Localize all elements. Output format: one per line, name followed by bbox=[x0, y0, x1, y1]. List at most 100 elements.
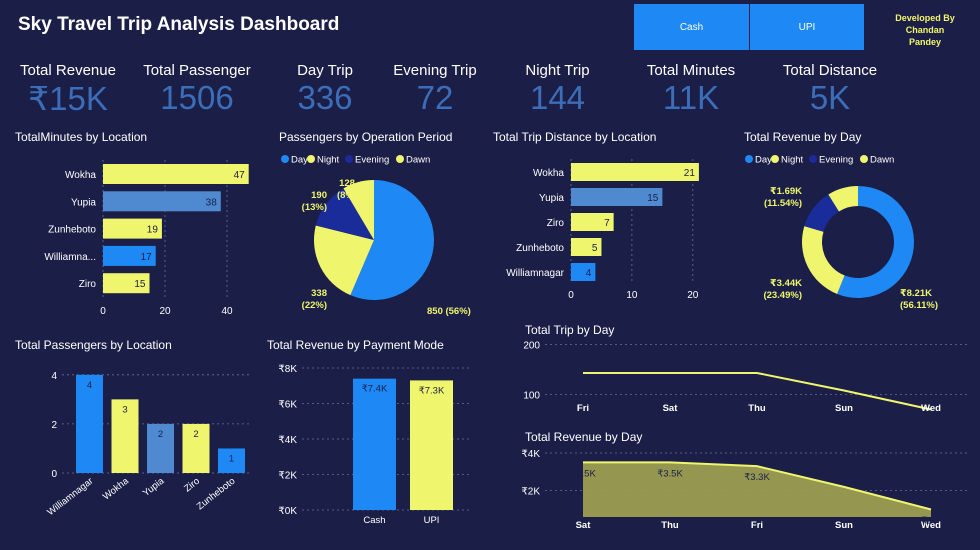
chart-title: Total Revenue by Day bbox=[744, 130, 862, 144]
axis-tick-label: 200 bbox=[523, 341, 540, 352]
bar bbox=[353, 378, 396, 510]
data-label: (8%) bbox=[337, 190, 357, 201]
chart-passengers-by-location: 0 2 4 4 Williamnagar 3 Wokha 2 Yupia 2 Ziro 1 Zunheb… bbox=[45, 371, 250, 518]
kpi-label: Total Minutes bbox=[646, 62, 736, 79]
category-label: Yupia bbox=[539, 193, 564, 204]
kpi-value: 5K bbox=[809, 79, 851, 116]
kpi-night-trip: Night Trip 144 bbox=[510, 62, 605, 117]
kpi-total-minutes: Total Minutes 11K bbox=[638, 62, 744, 117]
pie-slice bbox=[802, 226, 845, 294]
axis-tick-label: ₹0K bbox=[278, 506, 297, 517]
chart-title: Total Revenue by Payment Mode bbox=[267, 338, 444, 352]
legend-label: Night bbox=[781, 155, 804, 166]
category-label: Sat bbox=[576, 520, 592, 531]
kpi-label: Total Revenue bbox=[20, 62, 116, 79]
data-label: 7 bbox=[604, 218, 610, 229]
category-label: Wed bbox=[921, 403, 941, 414]
category-label: Yupia bbox=[71, 197, 96, 208]
kpi-label: Day Trip bbox=[297, 62, 353, 79]
data-label: (22%) bbox=[302, 300, 327, 311]
legend-marker bbox=[281, 155, 289, 163]
legend-label: Dawn bbox=[406, 155, 430, 166]
bar bbox=[410, 380, 453, 510]
kpi-value: 1506 bbox=[160, 79, 234, 116]
category-label: Zunheboto bbox=[516, 243, 564, 254]
axis-tick-label: 2 bbox=[51, 420, 57, 431]
category-label: Zunheboto bbox=[48, 225, 96, 236]
data-label: ₹1.69K bbox=[770, 186, 802, 197]
slicer-cash-button[interactable]: Cash bbox=[634, 4, 750, 50]
chart-revenue-by-day-area: ₹2K₹4KSat₹3.5KThu₹3.5KFri₹3.3KSun Wed₹1 bbox=[521, 449, 970, 531]
category-label: UPI bbox=[424, 515, 440, 526]
axis-tick-label: 10 bbox=[626, 290, 638, 301]
data-label: (13%) bbox=[302, 202, 327, 213]
data-label: ₹3.5K bbox=[570, 468, 596, 479]
bar bbox=[571, 163, 699, 181]
axis-tick-label: 100 bbox=[523, 391, 540, 402]
axis-tick-label: ₹2K bbox=[278, 471, 297, 482]
category-label: Williamnagar bbox=[45, 476, 95, 518]
developer-credit: Developed By Chandan Pandey bbox=[885, 12, 965, 48]
category-label: Sun bbox=[835, 520, 853, 531]
category-label: Sat bbox=[663, 403, 679, 414]
axis-tick-label: ₹6K bbox=[278, 400, 297, 411]
data-label: 128 bbox=[339, 178, 355, 189]
category-label: Ziro bbox=[79, 279, 97, 290]
category-label: Williamnagar bbox=[506, 268, 564, 279]
category-label: Fri bbox=[751, 520, 763, 531]
data-label: 2 bbox=[158, 429, 163, 440]
category-label: Zunheboto bbox=[195, 476, 238, 513]
legend-marker bbox=[307, 155, 315, 163]
kpi-value: 72 bbox=[416, 79, 454, 116]
category-label: Thu bbox=[661, 520, 679, 531]
data-label: 4 bbox=[586, 268, 592, 279]
data-label: 38 bbox=[206, 197, 218, 208]
category-label: Wokha bbox=[533, 168, 564, 179]
kpi-value: 11K bbox=[662, 79, 720, 116]
axis-tick-label: ₹4K bbox=[521, 449, 540, 460]
axis-tick-label: 0 bbox=[100, 306, 106, 317]
legend-marker bbox=[345, 155, 353, 163]
category-label: Williamna... bbox=[44, 252, 96, 263]
data-label: ₹7.3K bbox=[419, 385, 445, 396]
data-label: 4 bbox=[87, 380, 92, 391]
axis-tick-label: 40 bbox=[221, 306, 233, 317]
axis-tick-label: 0 bbox=[568, 290, 574, 301]
kpi-value: ₹15K bbox=[28, 80, 108, 117]
kpi-total-distance: Total Distance 5K bbox=[775, 62, 885, 117]
data-label: 2 bbox=[193, 429, 198, 440]
category-label: Wokha bbox=[65, 170, 96, 181]
legend-marker bbox=[745, 155, 753, 163]
category-label: Cash bbox=[363, 515, 385, 526]
data-label: 338 bbox=[311, 288, 327, 299]
category-label: Fri bbox=[577, 403, 589, 414]
developer-line: Pandey bbox=[908, 37, 941, 47]
legend-label: Day bbox=[755, 155, 772, 166]
bar bbox=[571, 263, 596, 281]
chart-title: TotalMinutes by Location bbox=[15, 130, 148, 144]
category-label: Ziro bbox=[547, 218, 565, 229]
data-label: (23.49%) bbox=[763, 290, 802, 301]
axis-tick-label: 20 bbox=[159, 306, 171, 317]
legend-marker bbox=[860, 155, 868, 163]
bar bbox=[103, 191, 221, 212]
legend-label: Day bbox=[291, 155, 308, 166]
category-label: Sun bbox=[835, 403, 853, 414]
chart-revenue-by-payment: ₹0K ₹2K ₹4K ₹6K ₹8K ₹7.4K Cash ₹7.3K UPI bbox=[278, 364, 472, 526]
data-label: ₹7.4K bbox=[362, 384, 388, 395]
kpi-value: 144 bbox=[529, 79, 586, 116]
slicer-upi-button[interactable]: UPI bbox=[750, 4, 865, 50]
axis-tick-label: 20 bbox=[687, 290, 699, 301]
kpi-total-revenue: Total Revenue ₹15K bbox=[18, 62, 118, 118]
axis-tick-label: 0 bbox=[51, 469, 57, 480]
category-label: Thu bbox=[748, 403, 766, 414]
data-label: (56.11%) bbox=[900, 300, 938, 311]
category-label: Wokha bbox=[101, 475, 132, 502]
data-label: ₹8.21K bbox=[900, 288, 932, 299]
data-label: 190 bbox=[311, 190, 327, 201]
kpi-total-passenger: Total Passenger 1506 bbox=[143, 62, 251, 117]
data-label: 19 bbox=[147, 225, 159, 236]
category-label: Ziro bbox=[182, 476, 202, 495]
chart-title: Total Revenue by Day bbox=[525, 430, 643, 444]
data-label: 47 bbox=[234, 170, 246, 181]
